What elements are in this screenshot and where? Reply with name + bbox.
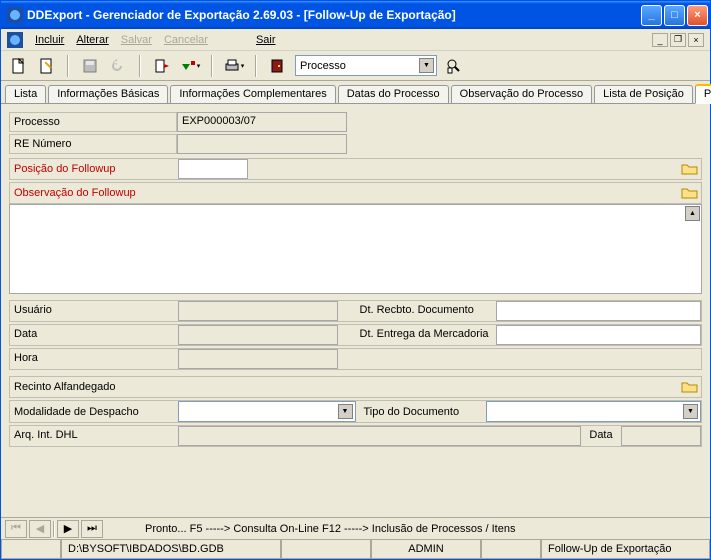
dtent-label: Dt. Entrega da Mercadoria [356,325,496,345]
processo-label: Processo [9,112,177,132]
data2-field [621,426,701,446]
statusbar: D:\BYSOFT\IBDADOS\BD.GDB ADMIN Follow-Up… [1,539,710,559]
close-button[interactable]: × [687,5,708,26]
menubar: Incluir Alterar Salvar Cancelar Sair _ ❐… [1,29,710,51]
arqdhl-label: Arq. Int. DHL [10,426,178,446]
recalf-label: Recinto Alfandegado [10,378,178,396]
data2-label: Data [581,426,621,446]
arqdhl-field [178,426,581,446]
main-window: DDExport - Gerenciador de Exportação 2.6… [0,0,711,560]
print-dropdown-button[interactable]: ▾ [223,55,245,77]
app-icon [7,7,23,23]
usuario-label: Usuário [10,301,178,321]
new-doc-button[interactable] [7,55,29,77]
obs-followup-panel: Observação do Followup [9,182,702,204]
mdi-minimize-button[interactable]: _ [652,33,668,47]
posicao-followup-label: Posição do Followup [10,160,178,178]
nav-first-button[interactable]: ⏮ [5,520,27,538]
recalf-browse-button[interactable] [681,379,699,395]
processo-field: EXP000003/07 [177,112,347,132]
menu-salvar[interactable]: Salvar [121,34,152,46]
chevron-down-icon[interactable]: ▼ [683,404,698,419]
dtent-field[interactable] [496,325,702,345]
status-cell-empty2 [281,540,371,559]
mdi-icon [7,32,23,48]
toolbar: ▾ ▾ Processo ▼ [1,51,710,81]
re-numero-label: RE Número [9,134,177,154]
usuario-field [178,301,338,321]
data-field [178,325,338,345]
mdi-close-button[interactable]: × [688,33,704,47]
search-type-value: Processo [300,60,419,72]
dtrec-label: Dt. Recbto. Documento [356,301,496,321]
moddesp-label: Modalidade de Despacho [10,403,178,421]
tab-lista[interactable]: Lista [5,85,46,103]
status-hint: Pronto... F5 -----> Consulta On-Line F12… [105,523,706,535]
window-title: DDExport - Gerenciador de Exportação 2.6… [27,8,641,22]
exit-button[interactable] [267,55,289,77]
search-type-combo[interactable]: Processo ▼ [295,55,437,76]
hora-label: Hora [10,349,178,369]
dtrec-field[interactable] [496,301,702,321]
export-button[interactable] [151,55,173,77]
posicao-followup-browse-button[interactable] [681,161,699,177]
tab-observacao[interactable]: Observação do Processo [451,85,593,103]
tab-info-basicas[interactable]: Informações Básicas [48,85,168,103]
nav-next-button[interactable]: ▶ [57,520,79,538]
status-cell-empty1 [1,540,61,559]
tab-info-compl[interactable]: Informações Complementares [170,85,335,103]
chevron-down-icon[interactable]: ▼ [338,404,353,419]
edit-doc-button[interactable] [35,55,57,77]
status-module: Follow-Up de Exportação [541,540,710,559]
scroll-up-icon[interactable]: ▲ [685,206,700,221]
status-cell-empty3 [481,540,541,559]
import-dropdown-button[interactable]: ▾ [179,55,201,77]
chevron-down-icon[interactable]: ▼ [419,58,434,73]
re-numero-field [177,134,347,154]
nav-prev-button[interactable]: ◀ [29,520,51,538]
menu-alterar[interactable]: Alterar [76,34,108,46]
tabstrip: Lista Informações Básicas Informações Co… [1,81,710,103]
minimize-button[interactable]: _ [641,5,662,26]
status-path: D:\BYSOFT\IBDADOS\BD.GDB [61,540,281,559]
data-label: Data [10,325,178,345]
form-pane: Processo EXP000003/07 RE Número Posição … [1,103,710,517]
obs-followup-textarea[interactable]: ▲ [9,204,702,294]
obs-followup-browse-button[interactable] [681,185,699,201]
maximize-button[interactable]: □ [664,5,685,26]
menu-cancelar[interactable]: Cancelar [164,34,208,46]
posicao-followup-field[interactable] [178,159,248,179]
mdi-restore-button[interactable]: ❐ [670,33,686,47]
save-button[interactable] [79,55,101,77]
menu-sair[interactable]: Sair [256,34,276,46]
status-user: ADMIN [371,540,481,559]
menu-incluir[interactable]: Incluir [35,34,64,46]
undo-button[interactable] [107,55,129,77]
tipodoc-label: Tipo do Documento [356,403,486,421]
hora-field [178,349,338,369]
recalf-panel: Recinto Alfandegado [9,376,702,398]
search-button[interactable] [443,55,465,77]
navigator-bar: ⏮ ◀ ▶ ⏭ Pronto... F5 -----> Consulta On-… [1,517,710,539]
tipodoc-combo[interactable]: ▼ [486,401,702,422]
moddesp-combo[interactable]: ▼ [178,401,356,422]
tab-lista-posicao[interactable]: Lista de Posição [594,85,693,103]
tab-datas[interactable]: Datas do Processo [338,85,449,103]
nav-last-button[interactable]: ⏭ [81,520,103,538]
obs-followup-label: Observação do Followup [10,184,310,202]
posicao-followup-panel: Posição do Followup [9,158,702,180]
tab-posicao[interactable]: Posição [695,84,711,104]
titlebar: DDExport - Gerenciador de Exportação 2.6… [1,1,710,29]
